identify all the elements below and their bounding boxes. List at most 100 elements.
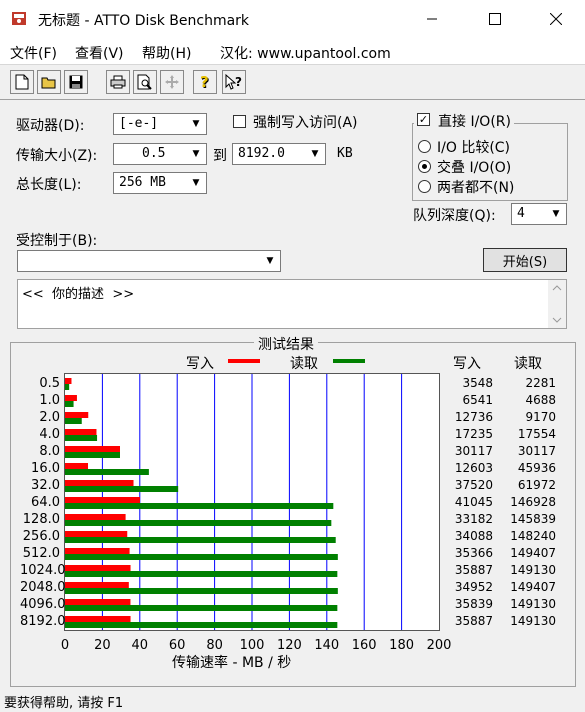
app-icon bbox=[12, 12, 26, 25]
total-length-value: 256 MB bbox=[119, 175, 166, 190]
print-icon bbox=[110, 75, 126, 89]
force-write-checkbox[interactable] bbox=[233, 115, 246, 128]
transfer-unit: KB bbox=[337, 146, 353, 161]
help-icon: ?? bbox=[200, 74, 210, 90]
controlled-by-select[interactable]: ▼ bbox=[17, 250, 281, 272]
read-bar bbox=[65, 537, 336, 543]
results-title: 测试结果 bbox=[254, 334, 318, 354]
io-compare-radio[interactable] bbox=[418, 140, 431, 153]
read-bar bbox=[65, 486, 179, 492]
new-button[interactable] bbox=[10, 70, 34, 94]
read-column-header: 读取 bbox=[514, 356, 542, 372]
force-write-label: 强制写入访问(A) bbox=[253, 115, 358, 131]
read-bar bbox=[65, 452, 120, 458]
menu-view[interactable]: 查看(V) bbox=[75, 43, 124, 63]
toolbar-separator bbox=[0, 64, 585, 65]
scroll-arrows-icon bbox=[552, 285, 562, 323]
read-bar bbox=[65, 588, 338, 594]
transfer-to-select[interactable]: 8192.0 ▼ bbox=[232, 143, 326, 165]
write-bar bbox=[65, 446, 120, 452]
write-bar bbox=[65, 497, 140, 503]
controlled-by-label: 受控制于(B): bbox=[16, 233, 98, 249]
print-button[interactable] bbox=[106, 70, 130, 94]
transfer-from-select[interactable]: 0.5 ▼ bbox=[113, 143, 207, 165]
status-text: 要获得帮助, 请按 F1 bbox=[4, 696, 124, 711]
write-bar bbox=[65, 616, 131, 622]
new-doc-icon bbox=[15, 74, 29, 90]
overlap-io-label: 交叠 I/O(O) bbox=[437, 160, 512, 176]
read-bar bbox=[65, 384, 70, 390]
drive-select[interactable]: [-e-] ▼ bbox=[113, 113, 207, 135]
svg-text:?: ? bbox=[235, 75, 242, 89]
menu-help[interactable]: 帮助(H) bbox=[142, 43, 191, 63]
minimize-button[interactable] bbox=[409, 0, 455, 38]
panel-divider bbox=[0, 99, 585, 100]
queue-depth-label: 队列深度(Q): bbox=[413, 208, 496, 224]
transfer-to-label: 到 bbox=[213, 148, 227, 164]
read-legend-label: 读取 bbox=[290, 356, 318, 372]
overlap-io-radio[interactable] bbox=[418, 160, 431, 173]
read-bar bbox=[65, 435, 98, 441]
drive-value: [-e-] bbox=[119, 116, 159, 131]
maximize-icon bbox=[489, 13, 501, 25]
start-button[interactable]: 开始(S) bbox=[483, 248, 567, 272]
move-icon bbox=[165, 75, 179, 89]
chart-canvas bbox=[65, 374, 403, 630]
close-icon bbox=[550, 13, 562, 25]
write-bar bbox=[65, 395, 77, 401]
chevron-down-icon: ▼ bbox=[187, 115, 205, 133]
chevron-down-icon: ▼ bbox=[306, 145, 324, 163]
queue-depth-value: 4 bbox=[517, 206, 525, 221]
read-bar bbox=[65, 605, 338, 611]
read-bar bbox=[65, 554, 338, 560]
read-bar bbox=[65, 622, 338, 628]
write-bar bbox=[65, 412, 89, 418]
write-bar bbox=[65, 531, 128, 537]
close-button[interactable] bbox=[533, 0, 579, 38]
context-help-icon: ? bbox=[225, 74, 242, 90]
queue-depth-select[interactable]: 4 ▼ bbox=[511, 203, 567, 225]
write-bar bbox=[65, 429, 97, 435]
minimize-icon bbox=[427, 18, 437, 20]
context-help-button[interactable]: ? bbox=[222, 70, 246, 94]
maximize-button[interactable] bbox=[472, 0, 518, 38]
window-title: 无标题 - ATTO Disk Benchmark bbox=[38, 13, 250, 29]
write-column-header: 写入 bbox=[453, 356, 481, 372]
read-bar bbox=[65, 401, 74, 407]
svg-text:?: ? bbox=[200, 74, 209, 90]
open-button[interactable] bbox=[37, 70, 61, 94]
help-button[interactable]: ?? bbox=[193, 70, 217, 94]
save-icon bbox=[69, 75, 83, 89]
transfer-from-value: 0.5 bbox=[142, 146, 166, 161]
x-axis-label: 传输速率 - MB / 秒 bbox=[172, 655, 292, 671]
transfer-to-value: 8192.0 bbox=[238, 146, 285, 161]
write-bar bbox=[65, 514, 126, 520]
write-legend-label: 写入 bbox=[186, 356, 214, 372]
direct-io-label: 直接 I/O(R) bbox=[438, 114, 511, 130]
total-length-select[interactable]: 256 MB ▼ bbox=[113, 172, 207, 194]
chevron-down-icon: ▼ bbox=[261, 252, 279, 270]
write-bar bbox=[65, 582, 129, 588]
print-preview-button[interactable] bbox=[133, 70, 157, 94]
menu-localization[interactable]: 汉化: www.upantool.com bbox=[220, 43, 391, 63]
description-scrollbar[interactable] bbox=[548, 280, 566, 328]
move-button[interactable] bbox=[160, 70, 184, 94]
read-bar bbox=[65, 571, 338, 577]
read-bar bbox=[65, 520, 332, 526]
write-bar bbox=[65, 548, 130, 554]
write-bar bbox=[65, 565, 131, 571]
read-bar bbox=[65, 503, 334, 509]
menu-file[interactable]: 文件(F) bbox=[10, 43, 57, 63]
chevron-down-icon: ▼ bbox=[187, 145, 205, 163]
drive-label: 驱动器(D): bbox=[16, 118, 85, 134]
read-bar bbox=[65, 469, 149, 475]
print-preview-icon bbox=[137, 74, 152, 90]
direct-io-checkbox[interactable]: ✓ bbox=[417, 113, 430, 126]
open-folder-icon bbox=[41, 77, 56, 89]
neither-label: 两者都不(N) bbox=[437, 180, 515, 196]
save-button[interactable] bbox=[64, 70, 88, 94]
chevron-down-icon: ▼ bbox=[547, 205, 565, 223]
transfer-size-label: 传输大小(Z): bbox=[16, 148, 98, 164]
write-legend-swatch bbox=[228, 359, 260, 363]
neither-radio[interactable] bbox=[418, 180, 431, 193]
